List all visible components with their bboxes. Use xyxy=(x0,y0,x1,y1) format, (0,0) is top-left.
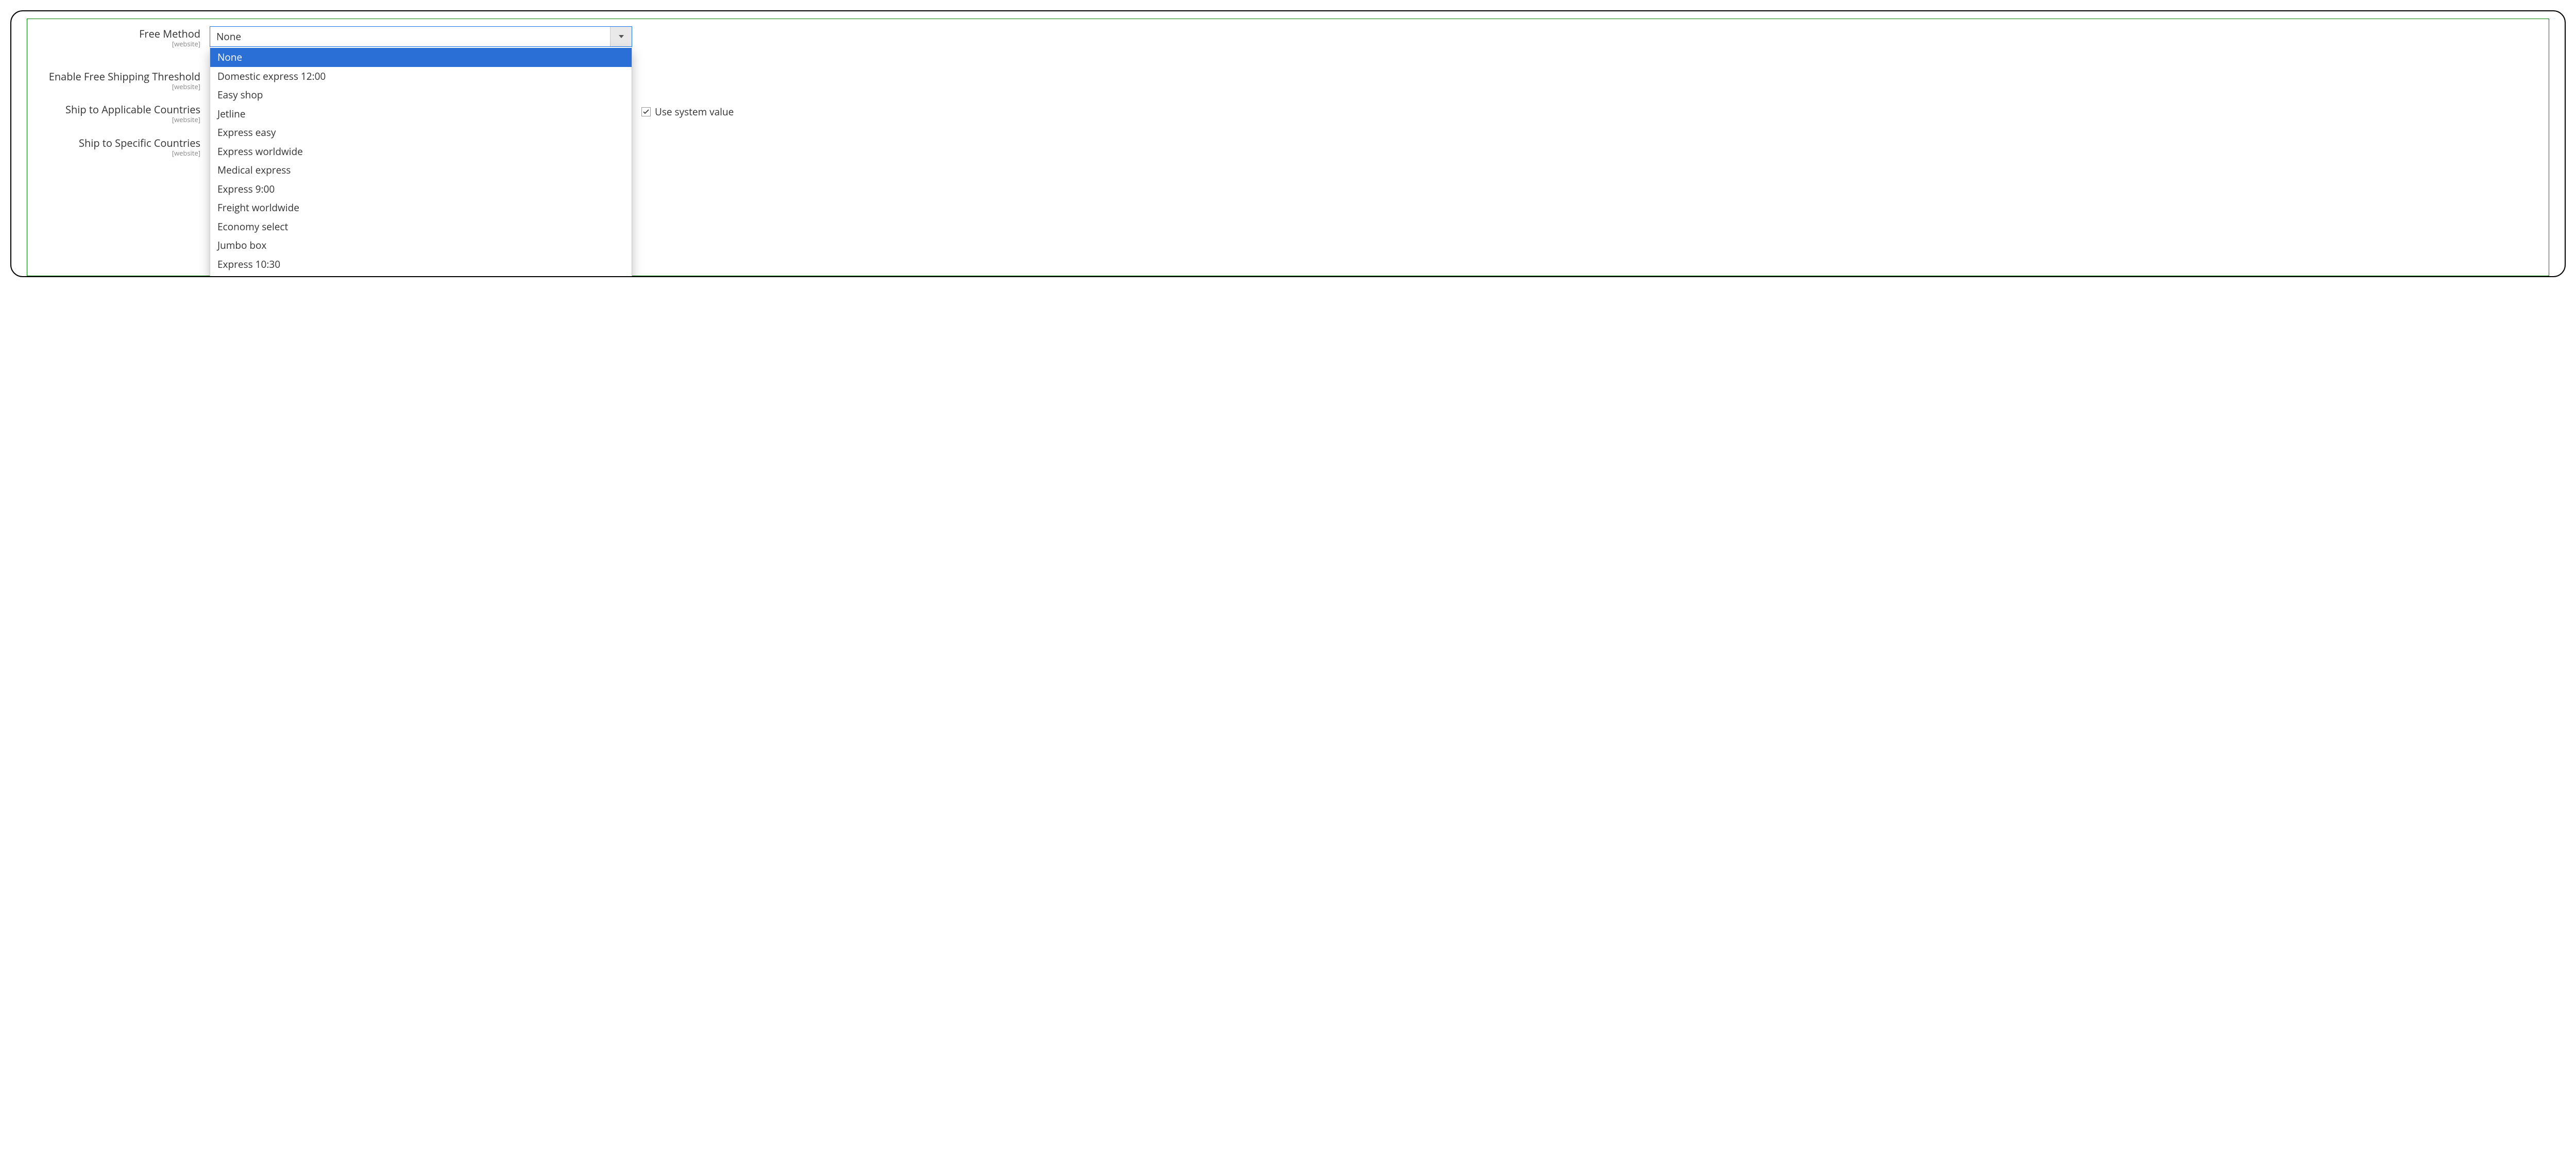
use-system-value-checkbox[interactable] xyxy=(641,107,651,116)
free-method-option[interactable]: Express 9:00 xyxy=(210,180,632,199)
scope-label: [website] xyxy=(40,83,200,91)
free-method-dropdown[interactable]: NoneDomestic express 12:00Easy shopJetli… xyxy=(210,47,632,277)
checkmark-icon xyxy=(643,107,649,117)
scope-label: [website] xyxy=(40,40,200,48)
label-col: Free Method [website] xyxy=(40,26,210,48)
free-method-option[interactable]: Express 10:30 xyxy=(210,255,632,274)
ship-to-applicable-countries-label: Ship to Applicable Countries xyxy=(40,103,200,116)
free-method-option[interactable]: Jumbo box xyxy=(210,236,632,255)
extra-col: Use system value xyxy=(632,102,734,118)
free-method-option[interactable]: Medical express xyxy=(210,161,632,180)
free-method-option[interactable]: Europack xyxy=(210,274,632,277)
free-method-option[interactable]: Domestic express 12:00 xyxy=(210,67,632,86)
label-col: Ship to Applicable Countries [website] xyxy=(40,102,210,124)
scope-label: [website] xyxy=(40,116,200,124)
field-col: None NoneDomestic express 12:00Easy shop… xyxy=(210,26,632,47)
free-method-select-value: None xyxy=(210,27,610,46)
label-col: Enable Free Shipping Threshold [website] xyxy=(40,69,210,91)
ship-to-specific-countries-label: Ship to Specific Countries xyxy=(40,137,200,149)
free-method-option[interactable]: Economy select xyxy=(210,217,632,236)
free-method-option[interactable]: Freight worldwide xyxy=(210,198,632,217)
free-method-option[interactable]: Express easy xyxy=(210,123,632,142)
free-method-select-toggle[interactable] xyxy=(610,27,632,46)
free-method-select[interactable]: None xyxy=(210,26,632,47)
free-method-label: Free Method xyxy=(40,27,200,40)
scope-label: [website] xyxy=(40,149,200,158)
caret-down-icon xyxy=(619,35,624,38)
use-system-value-label: Use system value xyxy=(655,105,734,118)
free-method-option[interactable]: Easy shop xyxy=(210,86,632,105)
enable-free-shipping-threshold-label: Enable Free Shipping Threshold xyxy=(40,70,200,83)
free-method-option[interactable]: None xyxy=(210,48,632,67)
row-free-method: Free Method [website] None NoneDomestic … xyxy=(40,26,2536,48)
config-panel: Free Method [website] None NoneDomestic … xyxy=(27,19,2549,276)
label-col: Ship to Specific Countries [website] xyxy=(40,135,210,158)
free-method-option[interactable]: Jetline xyxy=(210,105,632,124)
free-method-option[interactable]: Express worldwide xyxy=(210,142,632,161)
screenshot-frame: Free Method [website] None NoneDomestic … xyxy=(10,10,2566,277)
